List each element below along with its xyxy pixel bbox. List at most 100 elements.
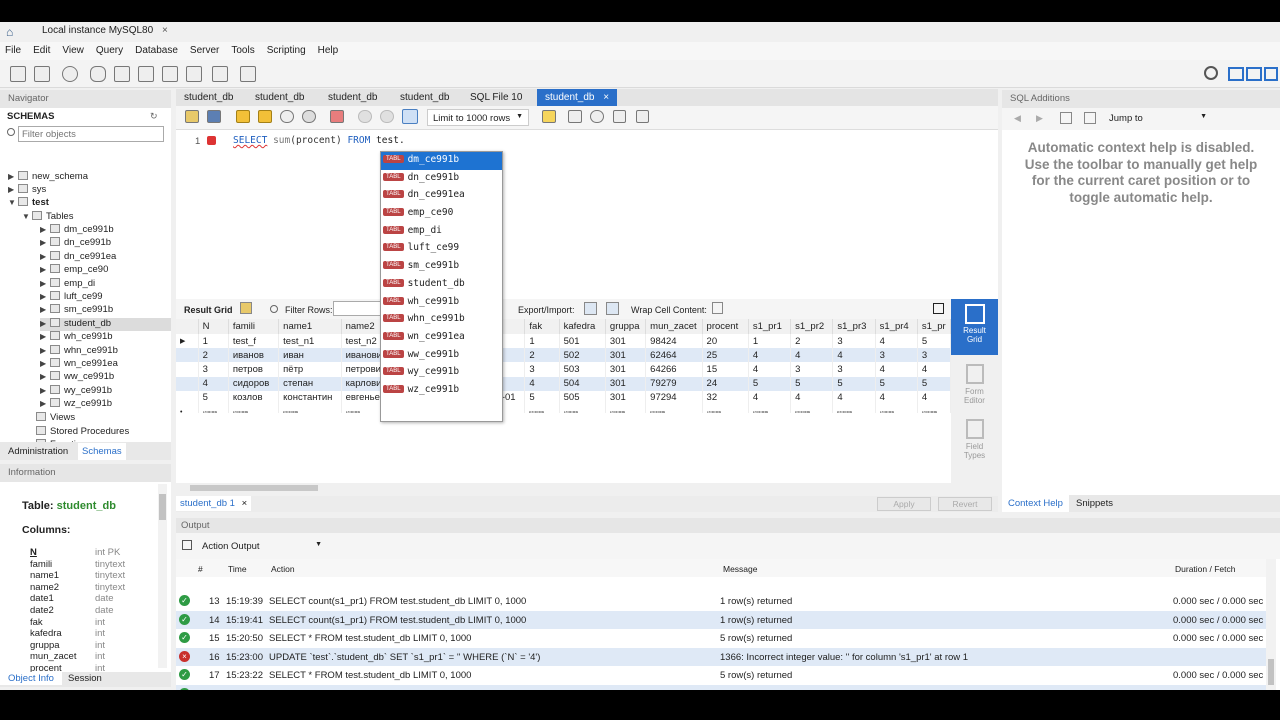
beautify-icon[interactable] bbox=[542, 110, 556, 123]
grid-cell[interactable]: 4 bbox=[875, 334, 918, 349]
stored-procedures-folder[interactable]: Stored Procedures bbox=[36, 426, 129, 439]
create-procedure-icon[interactable] bbox=[162, 66, 178, 82]
grid-cell[interactable]: 62464 bbox=[645, 348, 703, 363]
autocomplete-item[interactable]: TABL wn_ce991ea bbox=[381, 329, 502, 347]
grid-cell[interactable]: 5 bbox=[524, 390, 560, 405]
grid-cell[interactable]: test_n1 bbox=[278, 334, 342, 349]
result-tab[interactable]: student_db 1 × bbox=[176, 496, 252, 511]
sql-editor[interactable]: 1 SELECT sum(procent) FROM test. bbox=[176, 130, 998, 312]
grid-cell[interactable]: 4 bbox=[748, 348, 792, 363]
output-row[interactable]: × 16 15:23:00 UPDATE `test`.`student_db` SE… bbox=[176, 647, 1266, 666]
filter-objects-input[interactable] bbox=[18, 126, 164, 142]
grid-cell[interactable]: 5 bbox=[790, 376, 834, 391]
table-item[interactable]: ▶ wy_ce991b bbox=[40, 384, 171, 398]
row-indicator[interactable] bbox=[176, 348, 199, 363]
jump-to-select[interactable]: Jump to ▼ bbox=[1106, 111, 1210, 126]
output-row[interactable]: ✓ 15 15:20:50 SELECT * FROM test.student_db… bbox=[176, 629, 1266, 648]
grid-cell[interactable]: 97294 bbox=[645, 390, 703, 405]
grid-cell[interactable]: иван bbox=[278, 348, 342, 363]
grid-column-header[interactable]: kafedra bbox=[559, 319, 606, 334]
autocomplete-item[interactable]: TABL ww_ce991b bbox=[381, 347, 502, 365]
table-item[interactable]: ▶ luft_ce99 bbox=[40, 291, 171, 304]
field-types-side-button[interactable]: Field Types bbox=[951, 417, 998, 467]
table-item[interactable]: ▶ emp_di bbox=[40, 277, 171, 291]
inspector-icon[interactable] bbox=[62, 66, 78, 82]
commit-icon[interactable] bbox=[358, 110, 372, 123]
table-item[interactable]: ▶ wn_ce991ea bbox=[40, 358, 171, 371]
grid-cell[interactable]: 4 bbox=[917, 362, 952, 377]
grid-cell[interactable]: 3 bbox=[198, 362, 229, 377]
open-file-icon[interactable] bbox=[185, 110, 199, 123]
toggle-output-icon[interactable] bbox=[1246, 67, 1262, 81]
table-item[interactable]: ▶ student_db bbox=[40, 317, 171, 331]
grid-h-scrollbar[interactable] bbox=[176, 483, 951, 493]
grid-cell[interactable]: 4 bbox=[917, 390, 952, 405]
grid-cell[interactable]: 5 bbox=[198, 390, 229, 405]
grid-row[interactable]: ▶1test_ftest_n1test_n2-01150130198424201… bbox=[176, 334, 952, 349]
grid-cell[interactable]: 2 bbox=[790, 334, 834, 349]
grid-cell[interactable]: 2 bbox=[198, 348, 229, 363]
find-icon[interactable] bbox=[568, 110, 582, 123]
grid-cell[interactable]: 32 bbox=[702, 390, 749, 405]
grid-column-header[interactable]: s1_pr1 bbox=[748, 319, 792, 334]
toggle-error-icon[interactable] bbox=[330, 110, 344, 123]
grid-row[interactable]: 5козловконстантиневгеньевич2001-01-01202… bbox=[176, 390, 952, 405]
grid-cell[interactable]: 301 bbox=[605, 348, 647, 363]
grid-column-header[interactable]: fak bbox=[524, 319, 560, 334]
output-row[interactable]: ✓ 17 15:23:22 SELECT * FROM test.student_db… bbox=[176, 666, 1266, 685]
grid-cell[interactable]: 4 bbox=[790, 348, 834, 363]
grid-cell[interactable]: петров bbox=[228, 362, 280, 377]
grid-cell[interactable]: 3 bbox=[790, 362, 834, 377]
form-editor-side-button[interactable]: Form Editor bbox=[951, 362, 998, 412]
output-row[interactable]: ✓ 13 15:19:39 SELECT count(s1_pr1) FROM tes… bbox=[176, 592, 1266, 611]
autocomplete-item[interactable]: TABL wz_ce991b bbox=[381, 382, 502, 400]
wrap-cell-icon[interactable] bbox=[712, 302, 723, 314]
tables-folder[interactable]: ▼ Tables bbox=[22, 211, 73, 224]
table-item[interactable]: ▶ dn_ce991ea bbox=[40, 250, 171, 264]
grid-column-header[interactable]: name1 bbox=[278, 319, 342, 334]
grid-cell[interactable]: 4 bbox=[875, 390, 918, 405]
grid-cell[interactable]: 79279 bbox=[645, 376, 703, 391]
stop-icon[interactable] bbox=[302, 110, 316, 123]
autocomplete-item[interactable]: TABL student_db bbox=[381, 276, 502, 294]
import-icon[interactable] bbox=[606, 302, 619, 315]
output-row[interactable]: ✓1815:25:32SELECT * FROM test.student_db… bbox=[176, 684, 1266, 690]
explain-icon[interactable] bbox=[280, 110, 294, 123]
grid-cell[interactable]: 64266 bbox=[645, 362, 703, 377]
toggle-secondary-sidebar-icon[interactable] bbox=[1264, 67, 1278, 81]
row-indicator[interactable] bbox=[176, 390, 199, 405]
table-item[interactable]: ▶ whn_ce991b bbox=[40, 344, 171, 358]
grid-cell[interactable]: 98424 bbox=[645, 334, 703, 349]
autocomplete-item[interactable]: TABL luft_ce99 bbox=[381, 240, 502, 258]
grid-view-icon[interactable] bbox=[240, 302, 252, 314]
autocomplete-item[interactable]: TABL wy_ce991b bbox=[381, 364, 502, 382]
autocommit-icon[interactable] bbox=[402, 109, 418, 124]
grid-cell[interactable]: 503 bbox=[559, 362, 606, 377]
grid-cell[interactable]: 4 bbox=[832, 348, 876, 363]
grid-cell[interactable]: 2 bbox=[524, 348, 560, 363]
grid-cell[interactable]: 4 bbox=[198, 376, 229, 391]
grid-cell[interactable]: степан bbox=[278, 376, 342, 391]
autocomplete-item[interactable]: TABL emp_ce90 bbox=[381, 205, 502, 223]
grid-cell[interactable]: 25 bbox=[702, 348, 749, 363]
menu-view[interactable]: View bbox=[57, 42, 91, 56]
result-grid-side-button[interactable]: Result Grid bbox=[951, 299, 998, 355]
grid-cell[interactable]: 501 bbox=[559, 334, 606, 349]
info-scrollbar[interactable] bbox=[158, 484, 167, 668]
grid-cell[interactable]: 301 bbox=[605, 390, 647, 405]
execute-current-icon[interactable] bbox=[258, 110, 272, 123]
table-item[interactable]: ▶ sm_ce991b bbox=[40, 304, 171, 317]
tab-context-help[interactable]: Context Help bbox=[1002, 495, 1069, 512]
table-item[interactable]: ▶ wh_ce991b bbox=[40, 331, 171, 344]
grid-cell[interactable]: пётр bbox=[278, 362, 342, 377]
grid-cell[interactable]: 4 bbox=[832, 390, 876, 405]
close-icon[interactable]: × bbox=[242, 498, 248, 509]
menu-edit[interactable]: Edit bbox=[28, 42, 57, 56]
grid-column-header[interactable]: famili bbox=[228, 319, 280, 334]
close-icon[interactable]: × bbox=[603, 92, 609, 103]
result-grid-label[interactable]: Result Grid bbox=[184, 305, 233, 315]
close-icon[interactable]: × bbox=[162, 25, 168, 36]
grid-column-header[interactable]: N bbox=[198, 319, 229, 334]
limit-rows-select[interactable]: Limit to 1000 rows ▼ bbox=[427, 109, 529, 126]
save-icon[interactable] bbox=[207, 110, 221, 123]
